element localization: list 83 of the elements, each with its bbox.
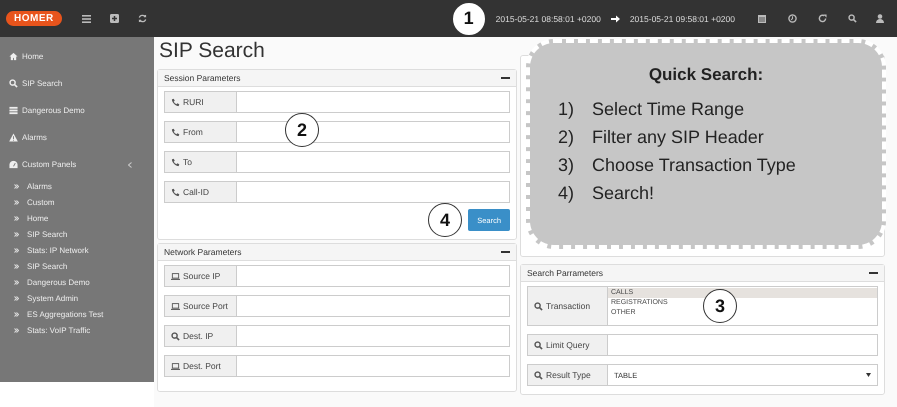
input-label: Dest. Port	[164, 355, 236, 377]
laptop-icon	[171, 362, 180, 370]
search-icon	[9, 79, 18, 88]
panel-title: Network Parameters	[164, 247, 242, 257]
step-number: 2)	[558, 127, 576, 148]
search-icon	[534, 370, 543, 380]
caret-icon	[866, 373, 871, 377]
page-title: SIP Search	[159, 39, 266, 63]
sidebar-subitem[interactable]: Stats: VoIP Traffic	[0, 322, 154, 338]
phone-icon	[171, 158, 180, 166]
input-field[interactable]	[236, 265, 510, 287]
input-label: Dest. IP	[164, 325, 236, 347]
input-label: To	[164, 151, 236, 173]
chevron-icon	[14, 248, 19, 252]
sidebar-item[interactable]: Home	[0, 43, 154, 70]
input-field[interactable]	[236, 355, 510, 377]
input-label: Limit Query	[527, 334, 607, 356]
input-label: Call-ID	[164, 181, 236, 203]
input-label: Source IP	[164, 265, 236, 287]
step-number: 4)	[558, 183, 576, 204]
sidebar-item[interactable]: Alarms	[0, 124, 154, 151]
laptop-icon	[171, 272, 180, 280]
input-field[interactable]	[607, 334, 878, 356]
phone-icon	[171, 128, 180, 136]
chevron-icon	[14, 296, 19, 300]
arrow-right-icon	[610, 14, 620, 22]
chevron-icon	[14, 264, 19, 268]
step-text: Search!	[592, 183, 654, 204]
time-from[interactable]: 2015-05-21 08:58:01 +0200	[496, 14, 601, 24]
warning-icon	[9, 133, 18, 142]
step-text: Select Time Range	[592, 99, 744, 120]
sidebar-subitem[interactable]: Dangerous Demo	[0, 274, 154, 290]
input-field[interactable]	[236, 295, 510, 317]
home-icon	[9, 52, 18, 61]
logo[interactable]: HOMER	[6, 11, 62, 26]
dashboard-icon	[9, 160, 18, 169]
callout-number: 2	[285, 113, 319, 147]
panel-title: Search Parrameters	[527, 268, 604, 278]
step-number: 1)	[558, 99, 576, 120]
sidebar-subitem[interactable]: SIP Search	[0, 226, 154, 242]
search-icon	[534, 340, 543, 350]
input-label: Transaction	[527, 286, 607, 326]
sidebar-item[interactable]: Dangerous Demo	[0, 97, 154, 124]
input-field[interactable]	[236, 151, 510, 173]
chevron-icon	[14, 216, 19, 220]
caret-icon	[128, 162, 132, 168]
chevron-icon	[14, 280, 19, 284]
chevron-icon	[14, 184, 19, 188]
search-icon	[534, 302, 543, 310]
chevron-icon	[14, 328, 19, 332]
sidebar-subitem[interactable]: Custom	[0, 194, 154, 210]
callout-number: 4	[428, 203, 462, 237]
phone-icon	[171, 188, 180, 196]
input-field[interactable]	[236, 121, 510, 143]
list-icon	[9, 106, 18, 115]
panel-title: Session Parameters	[164, 73, 241, 83]
sidebar-subitem[interactable]: System Admin	[0, 290, 154, 306]
sidebar-subitem[interactable]: Home	[0, 210, 154, 226]
chevron-icon	[14, 312, 19, 316]
sidebar-subitem[interactable]: ES Aggregations Test	[0, 306, 154, 322]
phone-icon	[171, 98, 180, 106]
input-label: Result Type	[527, 364, 607, 386]
input-field[interactable]	[236, 325, 510, 347]
search-icon	[171, 332, 180, 340]
time-to[interactable]: 2015-05-21 09:58:01 +0200	[630, 14, 735, 24]
sidebar-subitem[interactable]: Stats: IP Network	[0, 242, 154, 258]
laptop-icon	[171, 302, 180, 310]
sidebar-subitem[interactable]: Alarms	[0, 178, 154, 194]
step-number: 3)	[558, 155, 576, 176]
callout-number: 1	[452, 2, 486, 36]
input-field[interactable]	[236, 91, 510, 113]
sidebar-item[interactable]: SIP Search	[0, 70, 154, 97]
input-label: RURI	[164, 91, 236, 113]
chevron-icon	[14, 200, 19, 204]
chevron-icon	[14, 232, 19, 236]
input-label: Source Port	[164, 295, 236, 317]
input-label: From	[164, 121, 236, 143]
sidebar-subitem[interactable]: SIP Search	[0, 258, 154, 274]
note-title: Quick Search:	[648, 65, 764, 85]
sidebar-item[interactable]: Custom Panels	[0, 151, 154, 178]
step-text: Filter any SIP Header	[592, 127, 764, 148]
step-text: Choose Transaction Type	[592, 155, 796, 176]
input-field[interactable]	[236, 181, 510, 203]
